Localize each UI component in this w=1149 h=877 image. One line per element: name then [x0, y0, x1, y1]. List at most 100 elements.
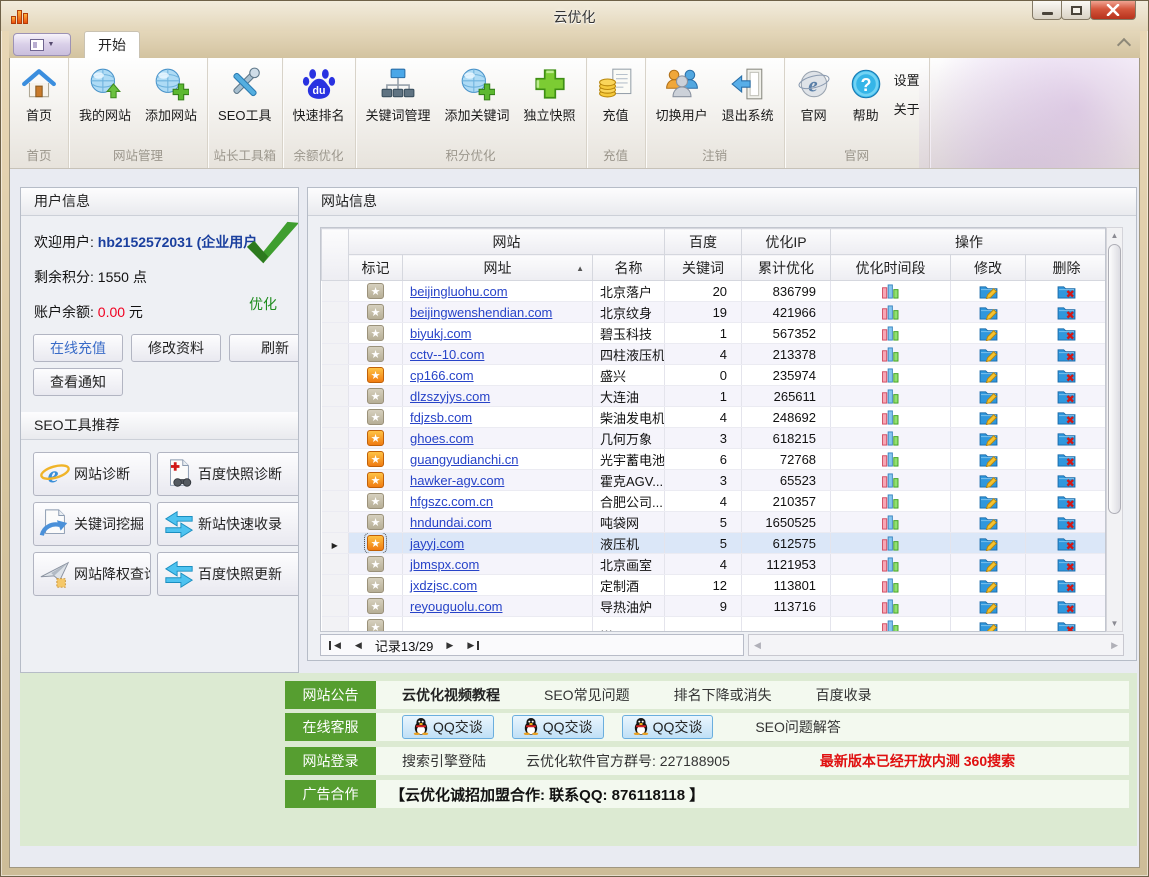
- group-header-ip[interactable]: 优化IP: [742, 229, 831, 255]
- announce-link[interactable]: 云优化视频教程: [402, 685, 500, 705]
- star-icon[interactable]: ★: [367, 619, 384, 632]
- ribbon-button[interactable]: 添加关键词: [438, 64, 517, 126]
- edit-cell[interactable]: [951, 470, 1026, 491]
- ribbon-button[interactable]: 退出系统: [715, 64, 781, 126]
- prev-page-button[interactable]: ◀: [348, 640, 369, 651]
- edit-cell[interactable]: [951, 386, 1026, 407]
- announce-link[interactable]: 排名下降或消失: [674, 685, 772, 705]
- period-chart-cell[interactable]: [831, 365, 951, 386]
- table-row[interactable]: ★…: [322, 617, 1107, 633]
- application-menu-button[interactable]: ▼: [13, 33, 71, 56]
- delete-cell[interactable]: [1026, 302, 1106, 323]
- period-chart-cell[interactable]: [831, 470, 951, 491]
- site-url-link[interactable]: dlzszyjys.com: [410, 389, 490, 404]
- seo-tool-button[interactable]: 关键词挖掘: [33, 502, 151, 546]
- star-icon[interactable]: ★: [367, 556, 384, 572]
- table-row[interactable]: ★cctv--10.com四柱液压机4213378: [322, 344, 1107, 365]
- delete-cell[interactable]: [1026, 407, 1106, 428]
- delete-cell[interactable]: [1026, 386, 1106, 407]
- ribbon-button[interactable]: 我的网站: [72, 64, 138, 126]
- minimize-button[interactable]: [1032, 1, 1062, 20]
- site-url-link[interactable]: hndundai.com: [410, 515, 492, 530]
- group-header-site[interactable]: 网站: [349, 229, 665, 255]
- site-url-link[interactable]: reyouguolu.com: [410, 599, 503, 614]
- scroll-down-icon[interactable]: ▼: [1107, 619, 1122, 628]
- delete-cell[interactable]: [1026, 323, 1106, 344]
- edit-cell[interactable]: [951, 281, 1026, 302]
- table-row[interactable]: ★ghoes.com几何万象3618215: [322, 428, 1107, 449]
- site-url-link[interactable]: beijingluohu.com: [410, 284, 508, 299]
- ribbon-button[interactable]: 首页: [13, 64, 65, 126]
- period-chart-cell[interactable]: [831, 596, 951, 617]
- edit-cell[interactable]: [951, 533, 1026, 554]
- edit-profile-button[interactable]: 修改资料: [131, 334, 221, 362]
- ribbon-button[interactable]: 切换用户: [649, 64, 715, 126]
- site-url-link[interactable]: ghoes.com: [410, 431, 474, 446]
- horizontal-scrollbar[interactable]: ◀ ▶: [748, 634, 1124, 656]
- edit-cell[interactable]: [951, 575, 1026, 596]
- edit-cell[interactable]: [951, 596, 1026, 617]
- announce-link[interactable]: 百度收录: [816, 685, 872, 705]
- col-header-delete[interactable]: 删除: [1026, 255, 1106, 281]
- table-row[interactable]: ★jxdzjsc.com定制酒12113801: [322, 575, 1107, 596]
- ribbon-button[interactable]: 关键词管理: [359, 64, 438, 126]
- group-header-baidu[interactable]: 百度: [665, 229, 742, 255]
- edit-cell[interactable]: [951, 491, 1026, 512]
- group-header-ops[interactable]: 操作: [831, 229, 1106, 255]
- ribbon-button[interactable]: SEO工具: [211, 64, 278, 126]
- period-chart-cell[interactable]: [831, 428, 951, 449]
- period-chart-cell[interactable]: [831, 512, 951, 533]
- seo-tool-button[interactable]: 新站快速收录: [157, 502, 299, 546]
- site-url-link[interactable]: cctv--10.com: [410, 347, 484, 362]
- delete-cell[interactable]: [1026, 365, 1106, 386]
- period-chart-cell[interactable]: [831, 449, 951, 470]
- table-row[interactable]: ★jbmspx.com北京画室41121953: [322, 554, 1107, 575]
- star-icon[interactable]: ★: [367, 367, 384, 383]
- search-engine-login-link[interactable]: 搜索引擎登陆: [402, 751, 486, 771]
- star-icon[interactable]: ★: [367, 430, 384, 446]
- table-row[interactable]: ★cp166.com盛兴0235974: [322, 365, 1107, 386]
- delete-cell[interactable]: [1026, 470, 1106, 491]
- delete-cell[interactable]: [1026, 428, 1106, 449]
- table-row[interactable]: ★reyouguolu.com导热油炉9113716: [322, 596, 1107, 617]
- star-icon[interactable]: ★: [367, 493, 384, 509]
- table-row[interactable]: ★beijingluohu.com北京落户20836799: [322, 281, 1107, 302]
- star-icon[interactable]: ★: [367, 472, 384, 488]
- scroll-up-icon[interactable]: ▲: [1107, 231, 1122, 240]
- site-url-link[interactable]: biyukj.com: [410, 326, 471, 341]
- edit-cell[interactable]: [951, 365, 1026, 386]
- period-chart-cell[interactable]: [831, 533, 951, 554]
- ribbon-button[interactable]: 独立快照: [517, 64, 583, 126]
- site-url-link[interactable]: fdjzsb.com: [410, 410, 472, 425]
- col-header-name[interactable]: 名称: [593, 255, 665, 281]
- table-row[interactable]: ★biyukj.com碧玉科技1567352: [322, 323, 1107, 344]
- site-url-link[interactable]: jbmspx.com: [410, 557, 479, 572]
- edit-cell[interactable]: [951, 323, 1026, 344]
- col-header-keywords[interactable]: 关键词: [665, 255, 742, 281]
- ribbon-button[interactable]: du快速排名: [286, 64, 352, 126]
- edit-cell[interactable]: [951, 617, 1026, 633]
- seo-answer-link[interactable]: SEO问题解答: [755, 717, 841, 737]
- period-chart-cell[interactable]: [831, 407, 951, 428]
- table-row[interactable]: ★fdjzsb.com柴油发电机4248692: [322, 407, 1107, 428]
- star-icon[interactable]: ★: [367, 535, 384, 551]
- table-row[interactable]: ★hawker-agv.com霍克AGV...365523: [322, 470, 1107, 491]
- star-icon[interactable]: ★: [367, 325, 384, 341]
- site-url-link[interactable]: jxdzjsc.com: [410, 578, 477, 593]
- delete-cell[interactable]: [1026, 533, 1106, 554]
- period-chart-cell[interactable]: [831, 323, 951, 344]
- scrollbar-thumb[interactable]: [1108, 244, 1121, 514]
- period-chart-cell[interactable]: [831, 575, 951, 596]
- delete-cell[interactable]: [1026, 575, 1106, 596]
- site-url-link[interactable]: guangyudianchi.cn: [410, 452, 518, 467]
- ribbon-button[interactable]: 添加网站: [138, 64, 204, 126]
- table-row[interactable]: ★hfgszc.com.cn合肥公司...4210357: [322, 491, 1107, 512]
- col-header-period[interactable]: 优化时间段: [831, 255, 951, 281]
- seo-tool-button[interactable]: 百度快照更新: [157, 552, 299, 596]
- period-chart-cell[interactable]: [831, 344, 951, 365]
- col-header-total[interactable]: 累计优化: [742, 255, 831, 281]
- tab-home[interactable]: 开始: [84, 31, 140, 58]
- view-notice-button[interactable]: 查看通知: [33, 368, 123, 396]
- col-header-mark[interactable]: 标记: [349, 255, 403, 281]
- site-url-link[interactable]: cp166.com: [410, 368, 474, 383]
